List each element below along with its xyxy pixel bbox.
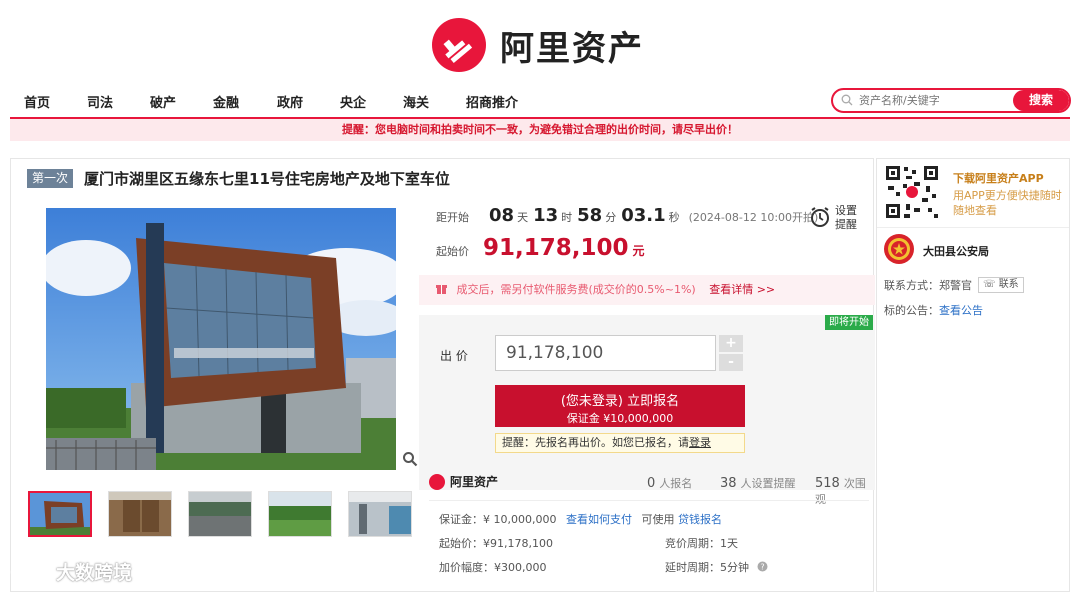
loan-register-link[interactable]: 贷钱报名 <box>678 513 722 526</box>
bid-cycle: 竞价周期：1天 <box>665 537 738 550</box>
app-download-title[interactable]: 下载阿里资产APP <box>953 170 1044 186</box>
qr-code-icon <box>884 164 940 220</box>
set-reminder-label: 设置提醒 <box>835 204 857 231</box>
bid-input[interactable]: 91,178,100 <box>495 335 716 371</box>
nav-finance[interactable]: 金融 <box>213 92 239 111</box>
nav-judicial[interactable]: 司法 <box>87 92 113 111</box>
nav-customs[interactable]: 海关 <box>403 92 429 111</box>
contact-label: 联系方式：郑警官 <box>884 279 972 292</box>
start-price-value: 91,178,100 <box>483 235 629 261</box>
svg-text:?: ? <box>760 563 764 572</box>
delay-cycle: 延时周期：5分钟 ? <box>665 559 768 575</box>
start-price-unit: 元 <box>632 244 645 258</box>
thumbnail-strip <box>28 491 413 541</box>
increment: 加价幅度：¥300,000 <box>439 561 547 574</box>
nav-home[interactable]: 首页 <box>24 92 50 111</box>
page-title: 厦门市湖里区五缘东七里11号住宅房地产及地下室车位 <box>84 170 450 188</box>
deposit-row: 保证金：¥ 10,000,000 查看如何支付 可使用 贷钱报名 <box>439 513 722 526</box>
divider <box>429 500 869 501</box>
how-to-pay-link[interactable]: 查看如何支付 <box>566 513 632 526</box>
service-fee-notice: 成交后，需另付软件服务费(成交价的0.5%~1%) 查看详情 >> <box>419 275 875 305</box>
thumbnail-1[interactable] <box>28 491 92 537</box>
nav-investment[interactable]: 招商推介 <box>466 92 518 111</box>
register-button-label: (您未登录) 立即报名 <box>560 394 680 409</box>
countdown-days-unit: 天 <box>517 211 529 224</box>
nav-soe[interactable]: 央企 <box>340 92 366 111</box>
platform-name: 阿里资产 <box>450 475 499 489</box>
countdown-minutes: 58 <box>577 205 603 226</box>
start-price-detail: 起始价：¥91,178,100 <box>439 537 553 550</box>
brand-logo[interactable]: 阿里资产 <box>432 18 644 72</box>
thumbnail-3[interactable] <box>188 491 252 537</box>
start-price: 起始价 91,178,100 元 <box>436 235 645 261</box>
register-deposit-label: 保证金 ¥10,000,000 <box>566 412 674 425</box>
countdown-seconds: 03.1 <box>621 205 666 226</box>
service-fee-text: 成交后，需另付软件服务费(成交价的0.5%~1%) <box>456 283 696 296</box>
contact-row: 联系方式：郑警官 ☏ 联系 <box>884 277 1024 293</box>
main-photo[interactable] <box>46 208 396 470</box>
countdown-label: 距开始 <box>436 211 469 224</box>
header: 阿里资产 <box>0 0 1080 86</box>
search-button[interactable]: 搜索 <box>1013 90 1069 111</box>
register-tip-text: 提醒：先报名再出价。如您已报名，请 <box>502 436 689 449</box>
nav-bankruptcy[interactable]: 破产 <box>150 92 176 111</box>
countdown-minutes-unit: 分 <box>605 211 617 224</box>
increase-bid-button[interactable]: + <box>719 335 743 352</box>
reminder-count: 38 人设置提醒 <box>720 476 796 491</box>
thumbnail-4[interactable] <box>268 491 332 537</box>
platform-brand: 阿里资产 <box>429 473 498 490</box>
nav-government[interactable]: 政府 <box>277 92 303 111</box>
logo-mark-icon <box>432 18 486 72</box>
thumbnail-2[interactable] <box>108 491 172 537</box>
auction-stats: 阿里资产 0 人报名 38 人设置提醒 518 次围观 保证金：¥ 10,000,00… <box>419 463 875 592</box>
watermark-logo-icon <box>10 561 49 581</box>
help-icon[interactable]: ? <box>757 561 768 572</box>
alarm-clock-icon <box>811 207 829 227</box>
brand-mini-icon <box>429 473 445 490</box>
sidebar: 下载阿里资产APP 用APP更方便快捷随时随地查看 大田县公安局 联系方式：郑警… <box>876 158 1070 592</box>
set-reminder-button[interactable]: 设置提醒 <box>809 199 869 235</box>
start-price-label: 起始价 <box>436 245 469 258</box>
register-button[interactable]: (您未登录) 立即报名 保证金 ¥10,000,000 <box>495 385 745 427</box>
countdown-hours-unit: 时 <box>561 211 573 224</box>
status-badge: 即将开始 <box>825 315 873 330</box>
divider <box>877 227 1069 228</box>
auction-panel: 第一次 厦门市湖里区五缘东七里11号住宅房地产及地下室车位 距开始 08 天 1… <box>10 158 875 592</box>
countdown-hours: 13 <box>533 205 559 226</box>
contact-button[interactable]: ☏ 联系 <box>978 277 1024 293</box>
decrease-bid-button[interactable]: - <box>719 354 743 371</box>
brand-name: 阿里资产 <box>500 28 644 69</box>
gift-icon <box>436 285 447 294</box>
countdown-days: 08 <box>489 205 515 226</box>
watcher-count: 518 次围观 <box>815 476 866 506</box>
app-download-subtitle: 用APP更方便快捷随时随地查看 <box>953 189 1062 217</box>
announcement-row: 标的公告：查看公告 <box>884 304 983 317</box>
thumbnail-5[interactable] <box>348 491 412 537</box>
login-link[interactable]: 登录 <box>689 436 711 449</box>
countdown: 距开始 08 天 13 时 58 分 03.1 秒 (2024-08-12 10… <box>436 205 818 226</box>
fee-details-link[interactable]: 查看详情 >> <box>709 283 775 296</box>
registered-count: 0 人报名 <box>647 476 693 491</box>
start-time: (2024-08-12 10:00开拍) <box>688 211 819 224</box>
round-badge: 第一次 <box>27 169 74 188</box>
register-tip: 提醒：先报名再出价。如您已报名，请登录 <box>495 433 745 453</box>
countdown-seconds-unit: 秒 <box>668 211 680 224</box>
organization-name[interactable]: 大田县公安局 <box>923 243 989 259</box>
search-bar: 搜索 <box>831 88 1071 113</box>
search-input[interactable] <box>833 90 1013 111</box>
police-emblem-icon <box>884 234 914 264</box>
bid-label: 出 价 <box>440 349 468 363</box>
watermark: 大数跨境 <box>10 558 132 585</box>
view-announcement-link[interactable]: 查看公告 <box>939 304 983 317</box>
zoom-icon[interactable] <box>402 451 418 467</box>
time-mismatch-notice: 提醒：您电脑时间和拍卖时间不一致，为避免错过合理的出价时间，请尽早出价！ <box>10 119 1070 141</box>
